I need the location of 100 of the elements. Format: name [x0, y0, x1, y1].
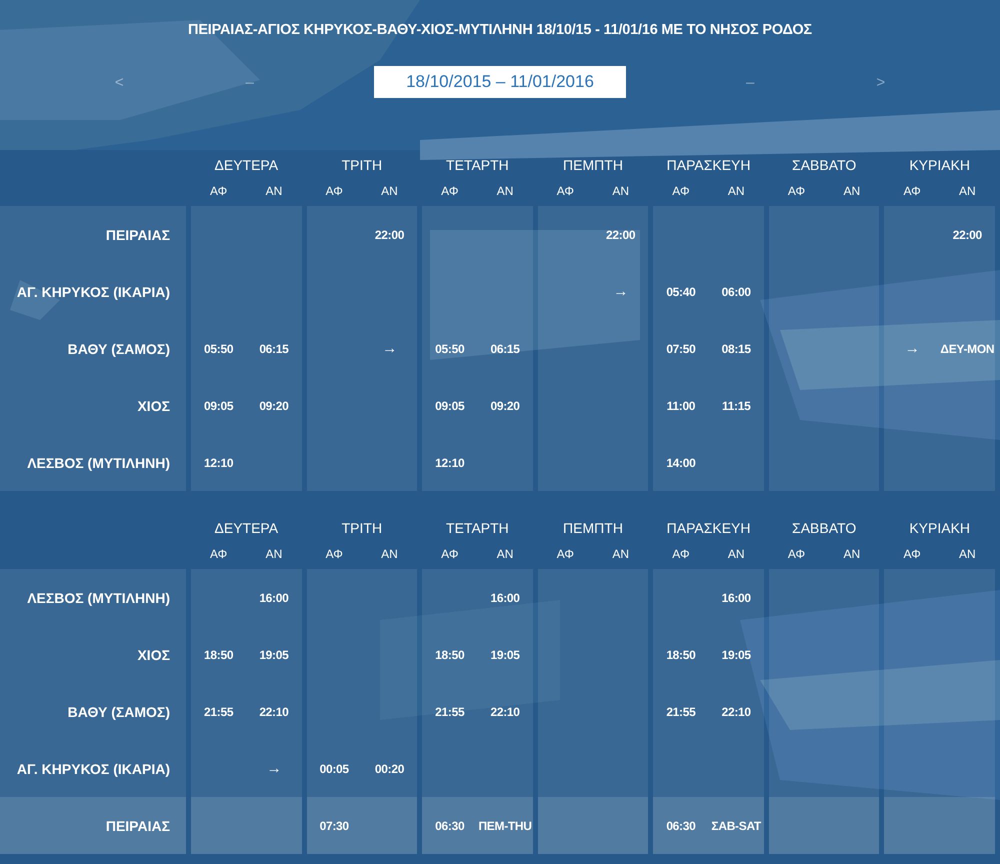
port-name: ΧΙΟΣ	[137, 398, 170, 414]
column-heading: ΑΝ	[496, 183, 514, 200]
column-heading: ΑΦ	[903, 183, 921, 200]
time-text: 22:00	[606, 228, 636, 242]
column-heading: ΑΝ	[612, 183, 629, 200]
arrow-icon: →	[904, 340, 920, 357]
time-text: 09:05	[435, 398, 464, 412]
time-text: 08:15	[722, 342, 751, 356]
port-name: ΛΕΣΒΟΣ (ΜΥΤΙΛΗΝΗ)	[27, 590, 170, 606]
time-text: 05:50	[435, 342, 464, 356]
time-text: 22:00	[374, 228, 404, 242]
column-heading: ΑΝ	[496, 546, 514, 563]
column-heading: ΑΦ	[326, 183, 343, 200]
time-text: 09:20	[490, 398, 520, 412]
time-text: 06:30	[666, 818, 696, 832]
next-button[interactable]: >	[874, 74, 888, 90]
column-heading: ΑΝ	[959, 183, 976, 200]
separator-dash: –	[246, 74, 254, 90]
date-range-field[interactable]: 18/10/2015 – 11/01/2016	[374, 66, 626, 98]
arrow-icon: →	[382, 340, 397, 357]
column-heading: ΑΦ	[903, 546, 921, 563]
time-text: 22:10	[490, 704, 520, 718]
column-heading: ΑΦ	[788, 546, 806, 563]
column-heading: ΑΦ	[556, 546, 574, 563]
time-text: ΠΕΜ-THU	[478, 818, 532, 832]
time-text: 07:50	[666, 342, 696, 356]
day-heading: ΣΑΒΒΑΤΟ	[792, 519, 856, 538]
port-name: ΒΑΘΥ (ΣΑΜΟΣ)	[68, 340, 170, 356]
column-heading: ΑΦ	[672, 183, 690, 200]
time-text: 22:10	[722, 704, 751, 718]
day-heading: ΤΕΤΑΡΤΗ	[446, 156, 509, 175]
port-name: ΠΕΙΡΑΙΑΣ	[106, 818, 170, 834]
time-text: 16:00	[259, 590, 289, 604]
time-text: 19:05	[490, 648, 520, 662]
port-name: ΛΕΣΒΟΣ (ΜΥΤΙΛΗΝΗ)	[27, 454, 170, 470]
port-name: ΧΙΟΣ	[137, 646, 170, 662]
time-text: 21:55	[666, 704, 696, 718]
column-heading: ΑΝ	[381, 546, 398, 563]
time-text: 21:55	[435, 704, 464, 718]
port-name: ΑΓ. ΚΗΡΥΚΟΣ (ΙΚΑΡΙΑ)	[16, 760, 170, 776]
day-heading: ΚΥΡΙΑΚΗ	[909, 156, 970, 175]
time-text: 06:15	[259, 342, 289, 356]
day-heading: ΚΥΡΙΑΚΗ	[909, 519, 970, 538]
time-text: 22:00	[952, 228, 982, 242]
day-heading: ΣΑΒΒΑΤΟ	[792, 156, 856, 175]
time-text: 12:10	[435, 456, 464, 470]
time-text: 06:15	[490, 342, 520, 356]
day-heading: ΔΕΥΤΕΡΑ	[214, 156, 278, 175]
time-text: 11:15	[722, 398, 750, 412]
time-text: 09:20	[259, 398, 289, 412]
separator-dash: –	[746, 74, 754, 90]
time-text: 06:00	[722, 284, 751, 298]
column-heading: ΑΦ	[788, 183, 806, 200]
time-text: 05:50	[204, 342, 234, 356]
column-heading: ΑΝ	[843, 183, 860, 200]
time-text: 12:10	[204, 456, 234, 470]
time-text: 18:50	[435, 648, 464, 662]
time-text: ΔΕΥ-MON	[940, 342, 994, 356]
previous-button[interactable]: <	[112, 74, 126, 90]
day-heading: ΤΡΙΤΗ	[342, 156, 382, 175]
column-heading: ΑΦ	[210, 546, 228, 563]
column-heading: ΑΦ	[210, 183, 228, 200]
day-heading: ΠΑΡΑΣΚΕΥΗ	[666, 156, 750, 175]
time-text: 05:40	[666, 284, 696, 298]
column-heading: ΑΦ	[556, 183, 574, 200]
day-heading: ΤΡΙΤΗ	[342, 519, 382, 538]
page-title: ΠΕΙΡΑΙΑΣ-ΑΓΙΟΣ ΚΗΡΥΚΟΣ-ΒΑΘΥ-ΧΙΟΣ-ΜΥΤΙΛΗΝΗ 18/10/15 - 11/01/16 ΜΕ ΤΟ ΝΗΣΟΣ ΡΟΔΟΣ	[187, 21, 813, 39]
column-heading: ΑΦ	[441, 546, 458, 563]
time-text: 00:20	[374, 762, 404, 776]
column-heading: ΑΦ	[441, 183, 458, 200]
time-text: 00:05	[320, 762, 349, 776]
day-heading: ΔΕΥΤΕΡΑ	[214, 519, 278, 538]
time-text: 11:00	[666, 398, 696, 412]
time-text: 21:55	[204, 704, 234, 718]
time-text: 14:00	[666, 456, 696, 470]
day-heading: ΠΕΜΠΤΗ	[563, 519, 623, 538]
column-heading: ΑΝ	[843, 546, 860, 563]
column-heading: ΑΝ	[381, 183, 398, 200]
time-text: 16:00	[490, 590, 520, 604]
time-text: 18:50	[204, 648, 234, 662]
arrow-icon: →	[613, 283, 628, 300]
column-heading: ΑΝ	[612, 546, 629, 563]
port-name: ΒΑΘΥ (ΣΑΜΟΣ)	[68, 704, 170, 720]
time-text: 09:05	[204, 398, 234, 412]
time-text: 19:05	[722, 648, 751, 662]
time-text: 18:50	[666, 648, 696, 662]
time-text: 07:30	[320, 818, 349, 832]
time-text: ΣΑΒ-SAT	[711, 818, 761, 832]
time-text: 19:05	[259, 648, 289, 662]
port-name: ΑΓ. ΚΗΡΥΚΟΣ (ΙΚΑΡΙΑ)	[16, 284, 170, 300]
column-heading: ΑΦ	[672, 546, 690, 563]
column-heading: ΑΝ	[728, 183, 745, 200]
column-heading: ΑΝ	[959, 546, 976, 563]
column-heading: ΑΝ	[266, 183, 282, 200]
time-text: 06:30	[435, 818, 464, 832]
port-name: ΠΕΙΡΑΙΑΣ	[106, 226, 170, 242]
column-heading: ΑΝ	[728, 546, 745, 563]
time-text: 22:10	[259, 704, 289, 718]
time-text: 16:00	[722, 590, 751, 604]
day-heading: ΤΕΤΑΡΤΗ	[446, 519, 509, 538]
